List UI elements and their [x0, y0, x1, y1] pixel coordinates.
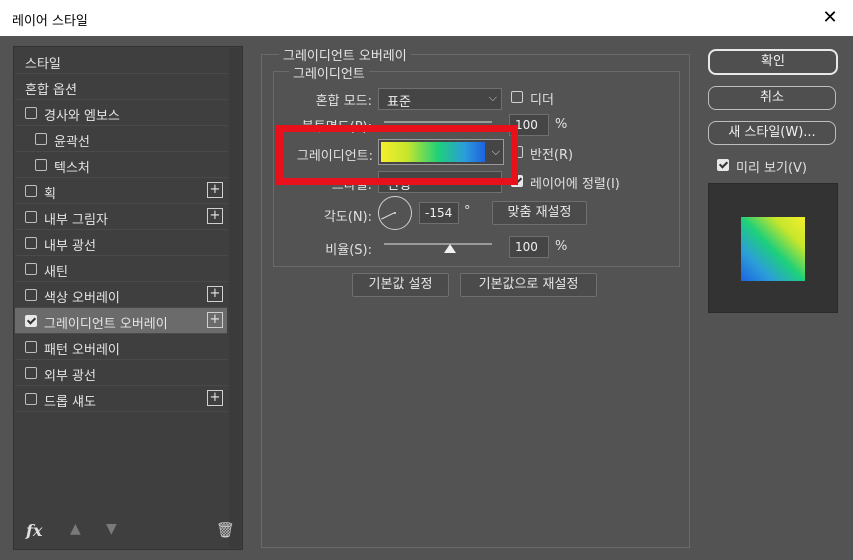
title-bar: 레이어 스타일 ✕	[0, 0, 853, 36]
styles-list-checkbox[interactable]	[35, 159, 47, 171]
styles-list-scrollbar[interactable]	[229, 48, 241, 548]
opacity-percent: %	[555, 117, 568, 132]
angle-input[interactable]: -154	[419, 202, 459, 224]
styles-list-checkbox[interactable]	[25, 211, 37, 223]
styles-list-checkbox[interactable]	[25, 393, 37, 405]
styles-list-item[interactable]: 획 +	[15, 178, 227, 204]
style-preview	[708, 183, 838, 313]
styles-list-checkbox[interactable]	[25, 263, 37, 275]
styles-list-checkbox[interactable]	[35, 133, 47, 145]
angle-label: 각도(N):	[323, 210, 372, 225]
highlight-annotation	[276, 125, 518, 185]
blend-mode-value: 표준	[387, 95, 411, 110]
styles-list-label: 경사와 엠보스	[44, 109, 120, 124]
layer-style-dialog: 레이어 스타일 ✕ 스타일 혼합 옵션 경사와 엠보스 윤곽선 텍스처 획 + 내부 그림자 +…	[0, 0, 853, 560]
angle-dial[interactable]	[378, 196, 412, 230]
dither-label: 디더	[530, 93, 554, 108]
ok-button[interactable]: 확인	[708, 49, 838, 75]
styles-list-item[interactable]: 새틴	[15, 256, 227, 282]
styles-list-checkbox[interactable]	[25, 237, 37, 249]
styles-list-label: 패턴 오버레이	[44, 343, 120, 358]
new-style-button[interactable]: 새 스타일(W)...	[708, 121, 836, 145]
styles-list-item[interactable]: 패턴 오버레이	[15, 334, 227, 360]
blend-mode-label: 혼합 모드:	[315, 94, 372, 109]
angle-degree: °	[464, 204, 471, 219]
cancel-button[interactable]: 취소	[708, 86, 836, 110]
blend-mode-select[interactable]: 표준 ⌵	[378, 88, 502, 110]
chevron-down-icon: ⌵	[488, 91, 497, 104]
scale-percent: %	[555, 239, 568, 254]
styles-list-label: 새틴	[44, 265, 68, 280]
gradient-overlay-title: 그레이디언트 오버레이	[279, 45, 411, 64]
angle-dial-center	[394, 212, 396, 214]
preview-checkbox[interactable]	[717, 159, 729, 171]
scale-value: 100	[515, 240, 538, 254]
preview-label: 미리 보기(V)	[736, 161, 808, 176]
preview-swatch	[741, 217, 805, 281]
styles-list-item[interactable]: 드롭 섀도 +	[15, 386, 227, 412]
styles-list-item[interactable]: 경사와 엠보스	[15, 100, 227, 126]
styles-list-item[interactable]: 혼합 옵션	[15, 74, 227, 100]
styles-list-label: 색상 오버레이	[44, 291, 120, 306]
styles-list-item[interactable]: 스타일	[15, 48, 227, 74]
styles-list-checkbox[interactable]	[25, 185, 37, 197]
reset-alignment-button[interactable]: 맞춤 재설정	[492, 201, 587, 225]
styles-list-checkbox[interactable]	[25, 341, 37, 353]
styles-list-item[interactable]: 색상 오버레이 +	[15, 282, 227, 308]
styles-list-item[interactable]: 내부 광선	[15, 230, 227, 256]
add-effect-icon[interactable]: +	[207, 208, 223, 224]
styles-list: 스타일 혼합 옵션 경사와 엠보스 윤곽선 텍스처 획 + 내부 그림자 + 내부 광선 새틴 색상 …	[15, 48, 227, 412]
gradient-subgroup-title: 그레이디언트	[289, 63, 369, 82]
angle-value: -154	[425, 206, 453, 220]
styles-list-item[interactable]: 내부 그림자 +	[15, 204, 227, 230]
styles-list-toolbar: fx ▲ ▼ 🗑	[22, 519, 235, 543]
window-title: 레이어 스타일	[12, 14, 88, 29]
move-up-icon[interactable]: ▲	[70, 521, 81, 537]
add-effect-icon[interactable]: +	[207, 182, 223, 198]
styles-list-label: 외부 광선	[44, 369, 96, 384]
angle-dial-hand	[381, 212, 395, 220]
align-with-layer-label: 레이어에 정렬(I)	[530, 177, 620, 192]
close-icon[interactable]: ✕	[807, 0, 853, 36]
styles-list-item[interactable]: 그레이디언트 오버레이 +	[15, 308, 227, 334]
styles-list-item[interactable]: 텍스처	[15, 152, 227, 178]
styles-list-label: 내부 그림자	[44, 213, 108, 228]
styles-list-checkbox[interactable]	[25, 367, 37, 379]
styles-list-checkbox[interactable]	[25, 107, 37, 119]
reverse-label: 반전(R)	[530, 148, 574, 163]
move-down-icon[interactable]: ▼	[106, 521, 117, 537]
styles-list-panel: 스타일 혼합 옵션 경사와 엠보스 윤곽선 텍스처 획 + 내부 그림자 + 내부 광선 새틴 색상 …	[13, 46, 243, 550]
add-effect-icon[interactable]: +	[207, 312, 223, 328]
styles-list-label: 획	[44, 187, 56, 202]
add-effect-icon[interactable]: +	[207, 390, 223, 406]
styles-list-item[interactable]: 외부 광선	[15, 360, 227, 386]
styles-list-label: 드롭 섀도	[44, 395, 96, 410]
opacity-value: 100	[515, 118, 538, 132]
reset-to-default-button[interactable]: 기본값으로 재설정	[460, 273, 597, 297]
add-effect-icon[interactable]: +	[207, 286, 223, 302]
styles-list-checkbox[interactable]	[25, 315, 37, 327]
scale-slider[interactable]	[384, 243, 492, 245]
styles-list-label: 윤곽선	[54, 135, 90, 150]
styles-list-label: 혼합 옵션	[25, 83, 77, 98]
styles-list-label: 그레이디언트 오버레이	[44, 317, 168, 332]
scale-label: 비율(S):	[325, 243, 372, 258]
scale-slider-thumb[interactable]	[444, 244, 456, 253]
styles-list-checkbox[interactable]	[25, 289, 37, 301]
make-default-button[interactable]: 기본값 설정	[352, 273, 449, 297]
dither-checkbox[interactable]	[511, 91, 523, 103]
opacity-slider[interactable]	[384, 121, 492, 123]
trash-icon[interactable]: 🗑	[216, 521, 235, 539]
styles-list-label: 텍스처	[54, 161, 90, 176]
styles-list-label: 내부 광선	[44, 239, 96, 254]
fx-icon[interactable]: fx	[26, 521, 42, 540]
styles-list-label: 스타일	[25, 57, 61, 72]
styles-list-item[interactable]: 윤곽선	[15, 126, 227, 152]
scale-input[interactable]: 100	[509, 236, 549, 258]
